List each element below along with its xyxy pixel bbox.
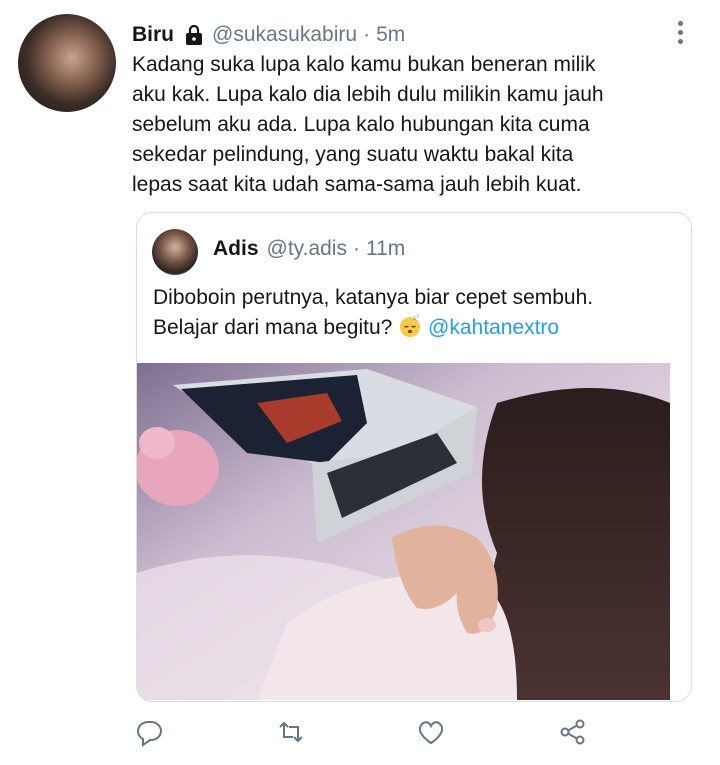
separator-dot: · xyxy=(363,23,371,46)
svg-text:z: z xyxy=(417,314,420,320)
tweet-header: Biru @sukasukabiru · 5m xyxy=(132,20,405,50)
separator-dot: · xyxy=(352,237,360,260)
author-handle[interactable]: @sukasukabiru xyxy=(212,23,357,47)
tweet-text-line: lepas saat kita udah sama-sama jauh lebi… xyxy=(132,173,582,196)
retweet-icon[interactable] xyxy=(276,717,306,747)
quoted-tweet-text: Diboboin perutnya, katanya biar cepet se… xyxy=(153,283,593,343)
reply-icon[interactable] xyxy=(134,717,164,747)
more-vertical-icon[interactable] xyxy=(672,18,688,48)
quoted-tweet-header: Adis @ty.adis · 11m xyxy=(213,237,405,261)
quoted-author-handle: @ty.adis xyxy=(266,237,347,260)
mention-link[interactable]: @kahtanextro xyxy=(428,316,559,339)
tweet-text-line: sekedar pelindung, yang suatu waktu baka… xyxy=(132,143,574,166)
tweet-text-line: aku kak. Lupa kalo dia lebih dulu miliki… xyxy=(132,83,604,106)
tweet-text-line: sebelum aku ada. Lupa kalo hubungan kita… xyxy=(132,113,590,136)
quoted-text-part: Belajar dari mana begitu? xyxy=(153,316,393,339)
tweet-text-line: Kadang suka lupa kalo kamu bukan beneran… xyxy=(132,53,596,76)
quoted-author-name: Adis xyxy=(213,237,259,260)
tweet-time[interactable]: 5m xyxy=(376,23,405,47)
share-icon[interactable] xyxy=(558,717,588,747)
quoted-media-photo[interactable] xyxy=(137,363,670,700)
quoted-text-line: Belajar dari mana begitu? z z @kahtanext… xyxy=(153,313,593,343)
quoted-tweet[interactable]: Adis @ty.adis · 11m Diboboin perutnya, k… xyxy=(136,212,692,702)
quoted-tweet-time: 11m xyxy=(365,237,406,260)
lock-icon xyxy=(186,24,202,45)
tweet-actions xyxy=(0,717,720,757)
sleeping-face-emoji: z z xyxy=(400,314,421,337)
tweet-text: Kadang suka lupa kalo kamu bukan beneran… xyxy=(132,50,702,200)
like-icon[interactable] xyxy=(416,717,446,747)
quoted-author-avatar xyxy=(152,229,198,275)
author-name[interactable]: Biru xyxy=(132,23,174,47)
quoted-text-line: Diboboin perutnya, katanya biar cepet se… xyxy=(153,286,594,309)
author-avatar[interactable] xyxy=(18,14,116,112)
